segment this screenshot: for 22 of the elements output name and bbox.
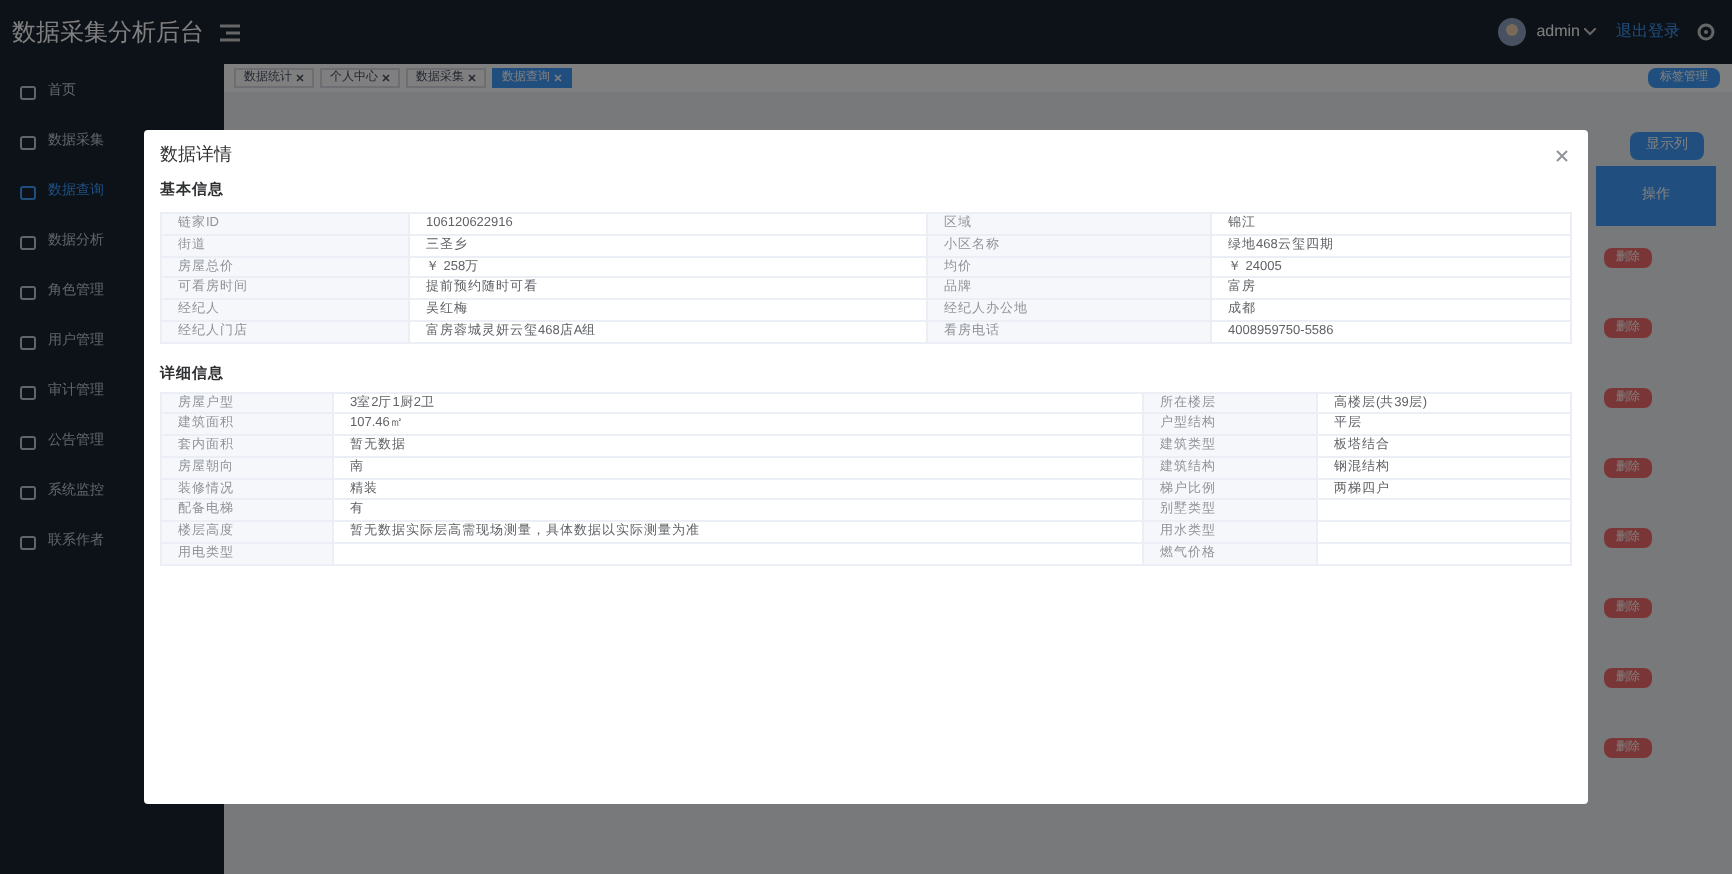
menu-item-icon — [20, 385, 36, 401]
close-icon[interactable] — [1556, 149, 1568, 161]
menu-item-icon — [20, 485, 36, 501]
settings-icon[interactable] — [1696, 22, 1716, 42]
dialog-title: 数据详情 — [160, 141, 232, 168]
close-icon[interactable] — [296, 74, 304, 82]
close-icon[interactable] — [468, 74, 476, 82]
menu-item-icon — [20, 335, 36, 351]
menu-item-icon — [20, 285, 36, 301]
menu-item-icon — [20, 435, 36, 451]
menu-item-icon — [20, 85, 36, 101]
user-name[interactable]: admin — [1536, 20, 1580, 44]
avatar-icon[interactable] — [1498, 18, 1527, 46]
logout-link[interactable]: 退出登录 — [1616, 20, 1680, 44]
caret-icon[interactable] — [1584, 28, 1596, 36]
menu-item-icon — [20, 535, 36, 551]
menu-item-icon — [20, 185, 36, 201]
menu-icon[interactable] — [220, 23, 240, 41]
close-icon[interactable] — [382, 74, 390, 82]
menu-item-icon — [20, 235, 36, 251]
app-title: 数据采集分析后台 — [12, 16, 204, 50]
menu-item-icon — [20, 135, 36, 151]
